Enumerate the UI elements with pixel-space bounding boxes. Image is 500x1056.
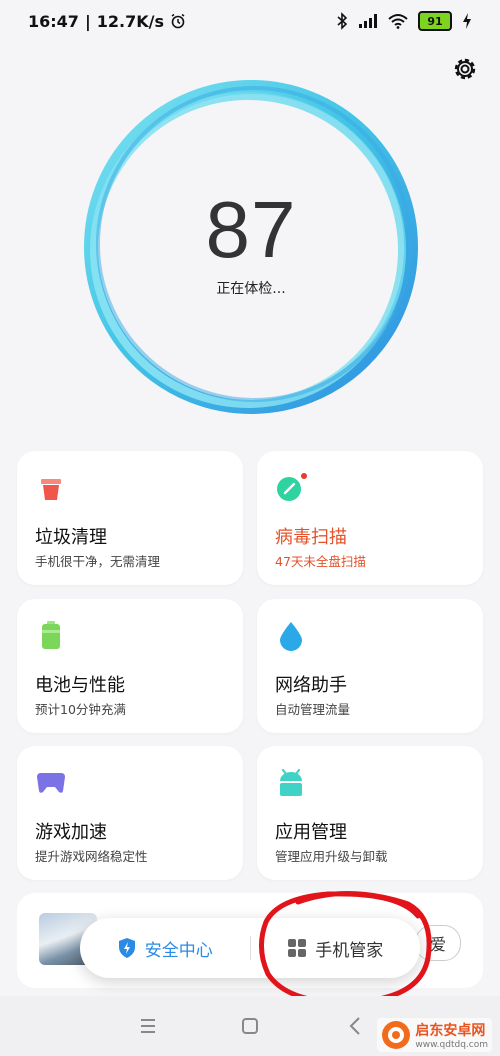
gamepad-icon bbox=[37, 773, 65, 793]
card-subtitle: 管理应用升级与卸载 bbox=[275, 849, 388, 864]
bluetooth-icon bbox=[337, 12, 348, 30]
card-title: 电池与性能 bbox=[35, 675, 125, 696]
card-subtitle: 手机很干净，无需清理 bbox=[35, 554, 161, 569]
watermark-brand: 启东安卓网 bbox=[415, 1023, 486, 1039]
card-title: 网络助手 bbox=[275, 675, 347, 696]
home-icon[interactable] bbox=[238, 1014, 262, 1038]
status-separator: | bbox=[84, 11, 91, 31]
trash-icon bbox=[41, 479, 61, 500]
watermark-logo-icon bbox=[382, 1021, 411, 1049]
health-score-ring[interactable]: 87 正在体检... bbox=[76, 72, 426, 422]
floating-tab-bar: 安全中心 手机管家 bbox=[80, 918, 420, 978]
wifi-icon bbox=[388, 14, 408, 29]
signal-icon bbox=[359, 14, 377, 28]
card-title: 垃圾清理 bbox=[35, 527, 107, 548]
status-bar: 16:47 | 12.7K/s 91 bbox=[0, 0, 500, 42]
status-left: 16:47 | 12.7K/s bbox=[28, 12, 186, 31]
grid-icon bbox=[288, 939, 307, 957]
card-title: 应用管理 bbox=[275, 822, 347, 843]
card-battery-performance[interactable]: 电池与性能 预计10分钟充满 bbox=[17, 599, 243, 733]
tab-security-center[interactable]: 安全中心 bbox=[80, 936, 250, 961]
battery-indicator: 91 bbox=[418, 11, 452, 31]
health-score: 87 bbox=[205, 185, 297, 274]
menu-icon[interactable] bbox=[136, 1014, 160, 1038]
status-right: 91 bbox=[336, 11, 472, 31]
card-subtitle: 47天未全盘扫描 bbox=[275, 554, 366, 569]
card-subtitle: 预计10分钟充满 bbox=[35, 702, 126, 717]
card-app-management[interactable]: 应用管理 管理应用升级与卸载 bbox=[257, 746, 483, 880]
status-net-speed: 12.7K/s bbox=[96, 11, 165, 31]
back-icon[interactable] bbox=[344, 1014, 368, 1038]
card-virus-scan[interactable]: 病毒扫描 47天未全盘扫描 bbox=[257, 451, 483, 585]
water-drop-icon bbox=[280, 622, 302, 651]
card-title: 游戏加速 bbox=[35, 822, 107, 843]
tab-phone-manager[interactable]: 手机管家 bbox=[251, 936, 421, 961]
android-icon bbox=[280, 768, 302, 796]
promo-button[interactable]: 爱 bbox=[415, 925, 461, 961]
shield-icon bbox=[118, 938, 135, 958]
watermark-texts: 启东安卓网 www.qdtdq.com bbox=[415, 1020, 488, 1050]
gear-icon[interactable] bbox=[450, 54, 480, 84]
battery-icon bbox=[42, 621, 60, 649]
card-junk-clean[interactable]: 垃圾清理 手机很干净，无需清理 bbox=[17, 451, 243, 585]
scan-status: 正在体检... bbox=[216, 281, 286, 297]
virus-scan-icon bbox=[277, 473, 307, 501]
tab-label: 手机管家 bbox=[315, 940, 384, 961]
watermark-url: www.qdtdq.com bbox=[415, 1040, 488, 1050]
card-game-boost[interactable]: 游戏加速 提升游戏网络稳定性 bbox=[17, 746, 243, 880]
card-subtitle: 提升游戏网络稳定性 bbox=[35, 849, 148, 864]
card-title: 病毒扫描 bbox=[275, 527, 347, 548]
status-time: 16:47 bbox=[28, 11, 79, 31]
tab-label: 安全中心 bbox=[144, 940, 213, 961]
watermark: 启东安卓网 www.qdtdq.com bbox=[377, 1018, 492, 1052]
charging-icon bbox=[463, 13, 471, 29]
alarm-icon bbox=[171, 13, 185, 29]
card-network-assistant[interactable]: 网络助手 自动管理流量 bbox=[257, 599, 483, 733]
card-subtitle: 自动管理流量 bbox=[275, 702, 351, 717]
